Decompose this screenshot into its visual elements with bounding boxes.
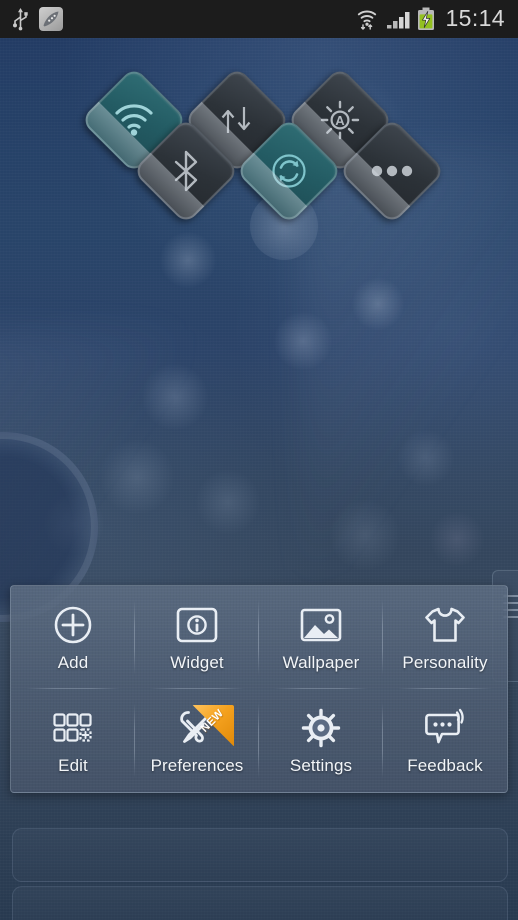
battery-charging-icon	[417, 7, 435, 31]
menu-item-preferences[interactable]: NEW Preferences	[135, 689, 259, 792]
more-dots-icon	[356, 135, 428, 207]
home-screen: 15:14 A Add Widget Wallpaper Personality…	[0, 0, 518, 920]
menu-item-label: Settings	[289, 755, 353, 775]
usb-icon	[12, 7, 29, 31]
menu-item-widget[interactable]: Widget	[135, 586, 259, 689]
grid-edit-icon	[51, 708, 95, 748]
menu-item-label: Add	[57, 652, 89, 672]
menu-item-feedback[interactable]: Feedback	[383, 689, 507, 792]
home-slot-bar[interactable]	[12, 886, 508, 920]
status-bar: 15:14	[0, 0, 518, 38]
menu-item-label: Edit	[58, 755, 88, 775]
menu-item-add[interactable]: Add	[11, 586, 135, 689]
widget-icon	[175, 605, 219, 645]
home-menu-panel: Add Widget Wallpaper Personality Edit NE…	[10, 585, 508, 793]
tshirt-icon	[423, 605, 467, 645]
plus-circle-icon	[51, 605, 95, 645]
menu-item-edit[interactable]: Edit	[11, 689, 135, 792]
home-menu-grid: Add Widget Wallpaper Personality Edit NE…	[11, 586, 507, 792]
feedback-bubble-icon	[423, 708, 467, 748]
svg-text:A: A	[335, 113, 345, 128]
gear-icon	[299, 708, 343, 748]
menu-item-label: Personality	[402, 652, 488, 672]
menu-item-settings[interactable]: Settings	[259, 689, 383, 792]
status-bar-notifications	[0, 7, 63, 31]
tools-icon: NEW	[175, 704, 234, 748]
app-notification-icon	[39, 7, 63, 31]
menu-item-label: Wallpaper	[282, 652, 360, 672]
cellular-signal-icon	[386, 8, 410, 30]
menu-item-label: Preferences	[150, 755, 244, 775]
menu-item-label: Widget	[170, 652, 224, 672]
bluetooth-icon	[150, 135, 222, 207]
menu-item-label: Feedback	[407, 755, 483, 775]
status-bar-clock: 15:14	[445, 4, 505, 31]
wallpaper-icon	[299, 605, 343, 645]
status-bar-system-icons: 15:14	[355, 4, 518, 32]
sync-icon	[253, 135, 325, 207]
wifi-signal-icon	[355, 7, 379, 31]
quick-toggle-row: A	[0, 38, 518, 225]
home-slot-bar[interactable]	[12, 828, 508, 882]
menu-item-personality[interactable]: Personality	[383, 586, 507, 689]
menu-item-wallpaper[interactable]: Wallpaper	[259, 586, 383, 689]
